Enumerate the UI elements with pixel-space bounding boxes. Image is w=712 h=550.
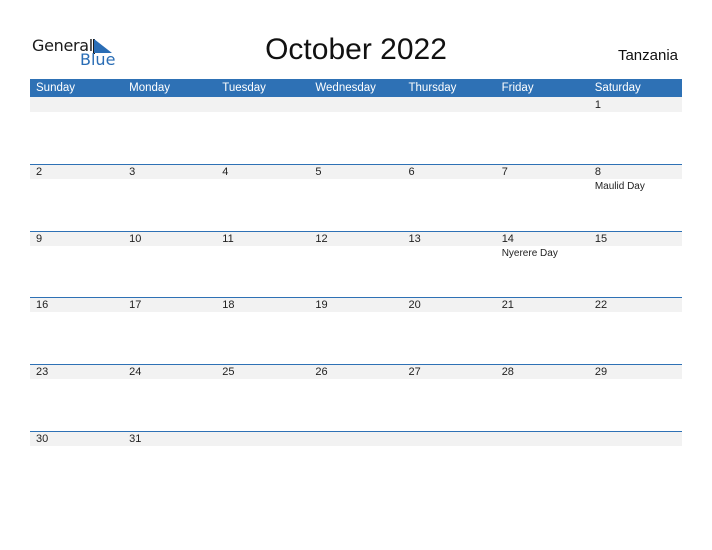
day-cell [216,431,309,498]
day-number: 29 [594,366,608,378]
day-cell: 30 [30,431,123,498]
day-number: 16 [36,299,49,311]
day-number: 15 [594,233,608,245]
day-number: 20 [408,299,421,311]
day-number: 12 [315,233,328,245]
day-number: 26 [315,366,328,378]
day-cell: 20 [403,297,496,364]
day-cell [403,97,496,164]
day-cell: 19 [309,297,402,364]
week-row: 16 17 18 19 20 21 22 [30,297,682,364]
day-cell: 23 [30,364,123,431]
day-cell: 14 Nyerere Day [496,231,589,298]
holiday-label: Maulid Day [594,181,645,192]
day-cell: 1 [589,97,682,164]
day-cell [403,431,496,498]
day-number: 28 [501,366,514,378]
day-cell [589,431,682,498]
day-cell [496,431,589,498]
weekday-friday: Friday [501,82,534,94]
day-cell: 3 [123,164,216,231]
day-cell: 28 [496,364,589,431]
country-label: Tanzania [617,47,678,64]
day-number: 27 [408,366,421,378]
day-cell: 31 [123,431,216,498]
day-cell [309,431,402,498]
day-cell: 8 Maulid Day [589,164,682,231]
day-cell: 26 [309,364,402,431]
day-number: 1 [594,99,601,111]
day-cell: 13 [403,231,496,298]
day-cell: 7 [496,164,589,231]
day-number: 9 [36,233,43,245]
day-cell: 17 [123,297,216,364]
day-number: 30 [36,433,49,445]
day-cell: 2 [30,164,123,231]
day-cell: 12 [309,231,402,298]
day-number: 8 [594,166,601,178]
day-number: 2 [36,166,43,178]
day-number: 22 [594,299,608,311]
day-cell [216,97,309,164]
weekday-thursday: Thursday [408,82,457,94]
day-cell: 6 [403,164,496,231]
day-cell [309,97,402,164]
day-cell [30,97,123,164]
day-number: 4 [222,166,229,178]
week-row: 9 10 11 12 13 14 Nyerere Day 15 [30,231,682,298]
weekday-saturday: Saturday [594,82,641,94]
day-cell: 21 [496,297,589,364]
week-row: 23 24 25 26 27 28 29 [30,364,682,431]
weekday-sunday: Sunday [36,82,76,94]
day-number: 6 [408,166,415,178]
day-cell: 4 [216,164,309,231]
day-cell: 29 [589,364,682,431]
week-row: 1 [30,97,682,164]
day-number: 3 [129,166,136,178]
day-number: 7 [501,166,508,178]
day-number: 17 [129,299,142,311]
day-number: 24 [129,366,142,378]
day-cell: 15 [589,231,682,298]
day-cell [123,97,216,164]
day-cell: 24 [123,364,216,431]
weekday-monday: Monday [129,82,171,94]
weekday-tuesday: Tuesday [222,82,266,94]
day-cell: 5 [309,164,402,231]
weekday-wednesday: Wednesday [315,82,376,94]
day-number: 5 [315,166,322,178]
page-title: October 2022 [265,33,447,66]
day-cell: 27 [403,364,496,431]
day-number: 18 [222,299,235,311]
day-number: 21 [501,299,514,311]
day-cell: 25 [216,364,309,431]
week-row: 2 3 4 5 6 7 8 Maulid Day [30,164,682,231]
day-cell: 11 [216,231,309,298]
day-cell [496,97,589,164]
day-number: 23 [36,366,49,378]
day-number: 11 [222,233,234,245]
day-number: 10 [129,233,142,245]
day-cell: 18 [216,297,309,364]
day-cell: 22 [589,297,682,364]
holiday-label: Nyerere Day [501,248,558,259]
day-number: 31 [129,433,142,445]
day-cell: 16 [30,297,123,364]
week-row: 30 31 [30,431,682,498]
day-number: 25 [222,366,235,378]
day-cell: 10 [123,231,216,298]
weekday-header: Sunday Monday Tuesday Wednesday Thursday Frid… [30,79,682,97]
day-number: 13 [408,233,421,245]
day-cell: 9 [30,231,123,298]
day-number: 19 [315,299,328,311]
day-number: 14 [501,233,514,245]
